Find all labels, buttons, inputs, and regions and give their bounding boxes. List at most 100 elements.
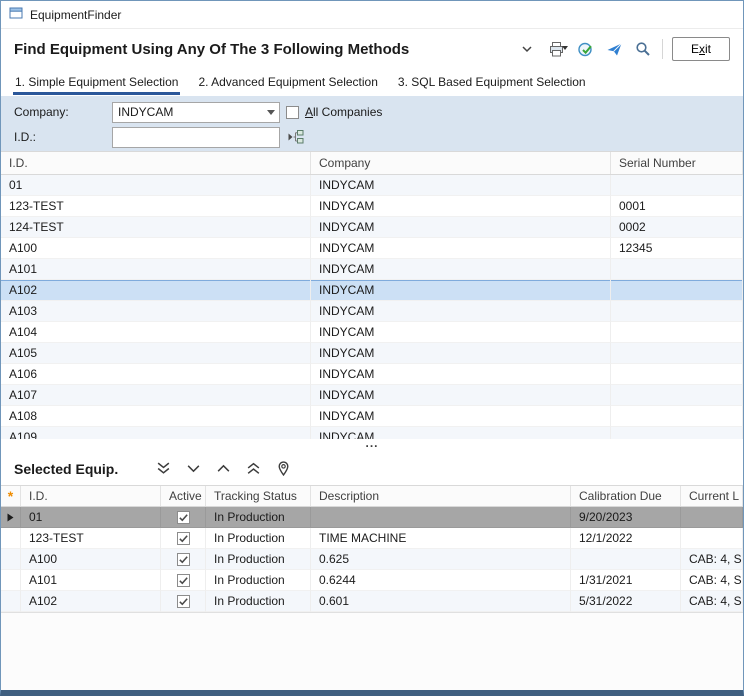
print-dropdown-arrow-icon[interactable] — [562, 39, 568, 53]
cell-id[interactable]: 123-TEST — [21, 528, 161, 549]
cell-calibration-due[interactable]: 5/31/2022 — [571, 591, 681, 612]
cell-id[interactable]: A102 — [21, 591, 161, 612]
cell-company[interactable]: INDYCAM — [311, 175, 611, 196]
column-header-active[interactable]: Active — [161, 486, 206, 506]
equipment-row-A105[interactable]: A105INDYCAM — [1, 343, 743, 364]
cell-id[interactable]: 124-TEST — [1, 217, 311, 238]
cell-current-location[interactable]: CAB: 4, SH — [681, 591, 743, 612]
cell-calibration-due[interactable]: 12/1/2022 — [571, 528, 681, 549]
cell-active[interactable] — [161, 549, 206, 570]
cell-tracking-status[interactable]: In Production — [206, 591, 311, 612]
cell-id[interactable]: 123-TEST — [1, 196, 311, 217]
send-icon[interactable] — [604, 39, 624, 59]
cell-calibration-due[interactable]: 1/31/2021 — [571, 570, 681, 591]
equipment-row-A100[interactable]: A100INDYCAM12345 — [1, 238, 743, 259]
cell-serial-number[interactable] — [611, 406, 743, 427]
cell-description[interactable] — [311, 507, 571, 528]
cell-company[interactable]: INDYCAM — [311, 259, 611, 280]
cell-company[interactable]: INDYCAM — [311, 427, 611, 439]
move-all-down-icon[interactable] — [152, 458, 174, 480]
equipment-row-A102[interactable]: A102INDYCAM — [1, 280, 743, 301]
print-icon[interactable] — [546, 39, 566, 59]
cell-calibration-due[interactable]: 9/20/2023 — [571, 507, 681, 528]
cell-tracking-status[interactable]: In Production — [206, 570, 311, 591]
cell-current-location[interactable]: CAB: 4, SH — [681, 549, 743, 570]
active-checkbox[interactable] — [177, 511, 190, 524]
cell-id[interactable]: A105 — [1, 343, 311, 364]
all-companies-checkbox[interactable] — [286, 106, 299, 119]
cell-serial-number[interactable] — [611, 175, 743, 196]
cell-description[interactable]: TIME MACHINE — [311, 528, 571, 549]
selected-row-A102[interactable]: A102 In Production0.6015/31/2022CAB: 4, S… — [1, 591, 743, 612]
cell-company[interactable]: INDYCAM — [311, 301, 611, 322]
cell-id[interactable]: A103 — [1, 301, 311, 322]
cell-tracking-status[interactable]: In Production — [206, 507, 311, 528]
cell-serial-number[interactable] — [611, 280, 743, 301]
cell-serial-number[interactable] — [611, 364, 743, 385]
chevron-down-icon[interactable] — [517, 39, 537, 59]
cell-id[interactable]: A109 — [1, 427, 311, 439]
column-header-serial-number[interactable]: Serial Number — [611, 152, 743, 174]
cell-description[interactable]: 0.625 — [311, 549, 571, 570]
cell-id[interactable]: A106 — [1, 364, 311, 385]
cell-id[interactable]: A100 — [1, 238, 311, 259]
cell-company[interactable]: INDYCAM — [311, 364, 611, 385]
id-lookup-tree-icon[interactable] — [284, 126, 306, 148]
cell-active[interactable] — [161, 591, 206, 612]
cell-tracking-status[interactable]: In Production — [206, 528, 311, 549]
cell-serial-number[interactable] — [611, 322, 743, 343]
cell-company[interactable]: INDYCAM — [311, 217, 611, 238]
active-checkbox[interactable] — [177, 595, 190, 608]
cell-tracking-status[interactable]: In Production — [206, 549, 311, 570]
cell-id[interactable]: 01 — [1, 175, 311, 196]
column-header-company[interactable]: Company — [311, 152, 611, 174]
column-header-id[interactable]: I.D. — [1, 152, 311, 174]
equipment-row-A103[interactable]: A103INDYCAM — [1, 301, 743, 322]
column-header-description[interactable]: Description — [311, 486, 571, 506]
equipment-row-124-TEST[interactable]: 124-TESTINDYCAM0002 — [1, 217, 743, 238]
cell-company[interactable]: INDYCAM — [311, 280, 611, 301]
cell-current-location[interactable] — [681, 528, 743, 549]
cell-company[interactable]: INDYCAM — [311, 385, 611, 406]
equipment-row-A106[interactable]: A106INDYCAM — [1, 364, 743, 385]
cell-id[interactable]: A102 — [1, 280, 311, 301]
cell-id[interactable]: A104 — [1, 322, 311, 343]
cell-current-location[interactable]: CAB: 4, SH — [681, 570, 743, 591]
selected-row-01[interactable]: 01In Production9/20/2023 — [1, 507, 743, 528]
cell-company[interactable]: INDYCAM — [311, 196, 611, 217]
equipment-row-A108[interactable]: A108INDYCAM — [1, 406, 743, 427]
cell-company[interactable]: INDYCAM — [311, 343, 611, 364]
selected-row-A100[interactable]: A100 In Production0.625 CAB: 4, SH — [1, 549, 743, 570]
active-checkbox[interactable] — [177, 532, 190, 545]
active-checkbox[interactable] — [177, 553, 190, 566]
search-icon[interactable] — [633, 39, 653, 59]
cell-serial-number[interactable] — [611, 385, 743, 406]
cell-company[interactable]: INDYCAM — [311, 322, 611, 343]
cell-id[interactable]: A108 — [1, 406, 311, 427]
exit-button[interactable]: Exit — [672, 37, 730, 61]
cell-id[interactable]: A107 — [1, 385, 311, 406]
cell-description[interactable]: 0.601 — [311, 591, 571, 612]
equipment-row-A104[interactable]: A104INDYCAM — [1, 322, 743, 343]
cell-description[interactable]: 0.6244 — [311, 570, 571, 591]
cell-serial-number[interactable] — [611, 427, 743, 439]
grid-splitter-handle[interactable]: ... — [1, 439, 743, 452]
id-input[interactable] — [112, 127, 280, 148]
cell-current-location[interactable] — [681, 507, 743, 528]
location-pin-icon[interactable] — [272, 458, 294, 480]
cell-company[interactable]: INDYCAM — [311, 406, 611, 427]
cell-id[interactable]: A100 — [21, 549, 161, 570]
cell-serial-number[interactable]: 0002 — [611, 217, 743, 238]
active-checkbox[interactable] — [177, 574, 190, 587]
move-down-icon[interactable] — [182, 458, 204, 480]
tab-sql-based-equipment-selection[interactable]: 3. SQL Based Equipment Selection — [396, 71, 588, 96]
cell-serial-number[interactable]: 12345 — [611, 238, 743, 259]
company-dropdown[interactable]: INDYCAM — [112, 102, 280, 123]
cell-active[interactable] — [161, 570, 206, 591]
column-header-id[interactable]: I.D. — [21, 486, 161, 506]
cell-calibration-due[interactable] — [571, 549, 681, 570]
selected-row-123-TEST[interactable]: 123-TEST In ProductionTIME MACHINE12/1/20… — [1, 528, 743, 549]
cell-serial-number[interactable]: 0001 — [611, 196, 743, 217]
move-up-icon[interactable] — [212, 458, 234, 480]
cell-serial-number[interactable] — [611, 301, 743, 322]
